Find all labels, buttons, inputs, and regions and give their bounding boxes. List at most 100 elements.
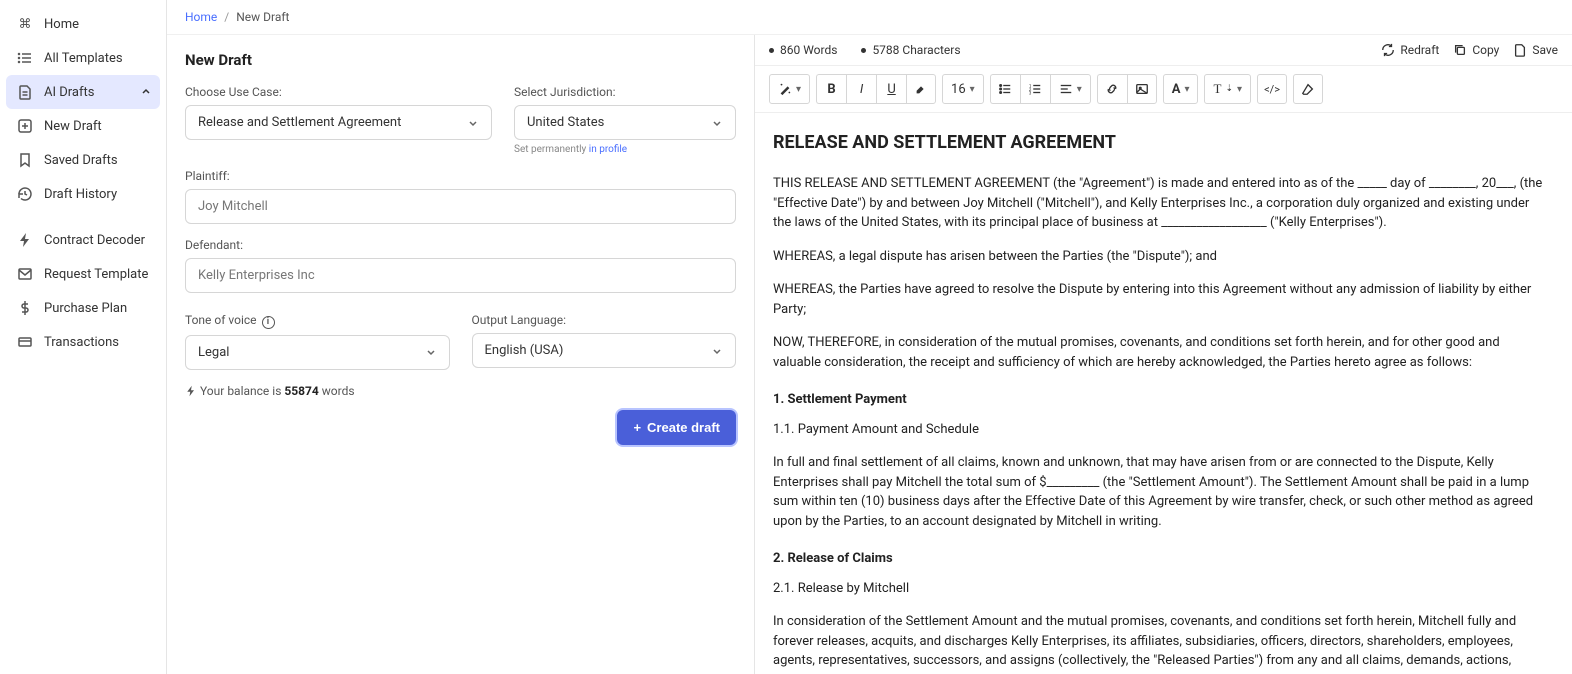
italic-button[interactable]: I [846,74,876,104]
output-lang-select[interactable]: English (USA) [472,333,737,368]
profile-link[interactable]: in profile [589,144,627,155]
output-lang-value: English (USA) [485,343,564,358]
bold-button[interactable]: B [816,74,846,104]
char-count: 5788 Characters [861,43,960,57]
list-ul-icon [998,82,1012,96]
doc-heading: 2. Release of Claims [773,549,1548,569]
sidebar-item-new-draft[interactable]: New Draft [6,109,160,143]
magic-button[interactable]: ▾ [769,74,810,104]
align-button[interactable]: ▾ [1050,74,1091,104]
sidebar-item-home[interactable]: ⌘ Home [6,8,160,41]
doc-paragraph: NOW, THEREFORE, in consideration of the … [773,333,1548,372]
sidebar-item-contract-decoder[interactable]: Contract Decoder [6,223,160,257]
underline-button[interactable]: U [876,74,906,104]
sidebar-item-request-template[interactable]: Request Template [6,257,160,291]
sidebar-item-purchase-plan[interactable]: Purchase Plan [6,291,160,325]
sidebar-item-label: AI Drafts [44,85,94,100]
card-icon [16,334,34,350]
image-icon [1135,82,1149,96]
jurisdiction-select[interactable]: United States [514,105,736,140]
document-body[interactable]: RELEASE AND SETTLEMENT AGREEMENT THIS RE… [755,113,1572,674]
doc-heading: 1. Settlement Payment [773,390,1548,410]
balance-text: Your balance is 55874 words [185,384,736,398]
chevron-down-icon [467,117,479,129]
image-button[interactable] [1127,74,1157,104]
chevron-down-icon [425,346,437,358]
create-draft-button[interactable]: + Create draft [617,410,736,445]
sidebar-item-label: Home [44,17,79,32]
plus-icon: + [633,420,641,435]
sidebar-item-saved-drafts[interactable]: Saved Drafts [6,143,160,177]
copy-button[interactable]: Copy [1453,43,1499,57]
tone-select[interactable]: Legal [185,335,450,370]
jurisdiction-hint: Set permanently in profile [514,144,736,155]
code-button[interactable]: </> [1257,74,1287,104]
doc-paragraph: In full and final settlement of all clai… [773,453,1548,531]
doc-paragraph: In consideration of the Settlement Amoun… [773,612,1548,674]
document-icon [16,84,34,100]
sidebar: ⌘ Home All Templates AI Drafts [0,0,167,674]
sidebar-item-label: Purchase Plan [44,301,127,316]
chevron-down-icon [711,117,723,129]
breadcrumb-home[interactable]: Home [185,10,217,24]
editor-toolbar: ▾ B I U 16▾ [755,66,1572,113]
plaintiff-label: Plaintiff: [185,169,736,183]
sidebar-item-ai-drafts[interactable]: AI Drafts [6,75,160,109]
bookmark-icon [16,152,34,168]
breadcrumb-separator: / [224,10,229,24]
info-icon[interactable]: i [262,316,275,329]
sidebar-item-all-templates[interactable]: All Templates [6,41,160,75]
link-icon [1105,82,1119,96]
sidebar-item-label: Contract Decoder [44,233,145,248]
plus-square-icon [16,118,34,134]
save-button[interactable]: Save [1513,43,1558,57]
dollar-icon [16,300,34,316]
doc-paragraph: 1.1. Payment Amount and Schedule [773,420,1548,440]
font-color-button[interactable]: A▾ [1163,74,1199,104]
list-icon [16,50,34,66]
number-list-button[interactable]: 123 [1020,74,1050,104]
plaintiff-input[interactable]: Joy Mitchell [185,189,736,224]
highlight-icon [914,82,928,96]
link-button[interactable] [1097,74,1127,104]
eraser-button[interactable] [1293,74,1323,104]
bullet-list-button[interactable] [990,74,1020,104]
use-case-select[interactable]: Release and Settlement Agreement [185,105,492,140]
jurisdiction-label: Select Jurisdiction: [514,85,736,99]
doc-paragraph: THIS RELEASE AND SETTLEMENT AGREEMENT (t… [773,174,1548,233]
paragraph-button[interactable]: T⇣▾ [1204,74,1251,104]
wand-icon [778,82,792,96]
breadcrumb-current: New Draft [236,10,289,24]
jurisdiction-value: United States [527,115,604,130]
sidebar-item-label: Request Template [44,267,148,282]
output-lang-label: Output Language: [472,313,737,327]
font-size-select[interactable]: 16▾ [942,74,984,104]
tone-label: Tone of voice i [185,313,450,329]
page-title: New Draft [185,51,736,69]
redraft-button[interactable]: Redraft [1381,43,1439,57]
svg-text:3: 3 [1029,91,1032,96]
use-case-value: Release and Settlement Agreement [198,115,401,130]
sidebar-item-label: Saved Drafts [44,153,118,168]
history-icon [16,186,34,202]
defendant-label: Defendant: [185,238,736,252]
highlight-button[interactable] [906,74,936,104]
bolt-icon [16,232,34,248]
sidebar-item-label: Transactions [44,335,119,350]
doc-paragraph: WHEREAS, the Parties have agreed to reso… [773,280,1548,319]
sidebar-item-label: All Templates [44,51,123,66]
word-count: 860 Words [769,43,837,57]
chevron-down-icon [711,345,723,357]
bolt-icon [185,385,197,397]
doc-title: RELEASE AND SETTLEMENT AGREEMENT [773,129,1548,156]
defendant-value: Kelly Enterprises Inc [198,268,315,283]
defendant-input[interactable]: Kelly Enterprises Inc [185,258,736,293]
doc-paragraph: 2.1. Release by Mitchell [773,579,1548,599]
sidebar-item-transactions[interactable]: Transactions [6,325,160,359]
refresh-icon [1381,43,1395,57]
sidebar-item-label: Draft History [44,187,117,202]
sidebar-item-draft-history[interactable]: Draft History [6,177,160,211]
align-icon [1059,82,1073,96]
chevron-up-icon [140,86,152,98]
mail-icon [16,266,34,282]
